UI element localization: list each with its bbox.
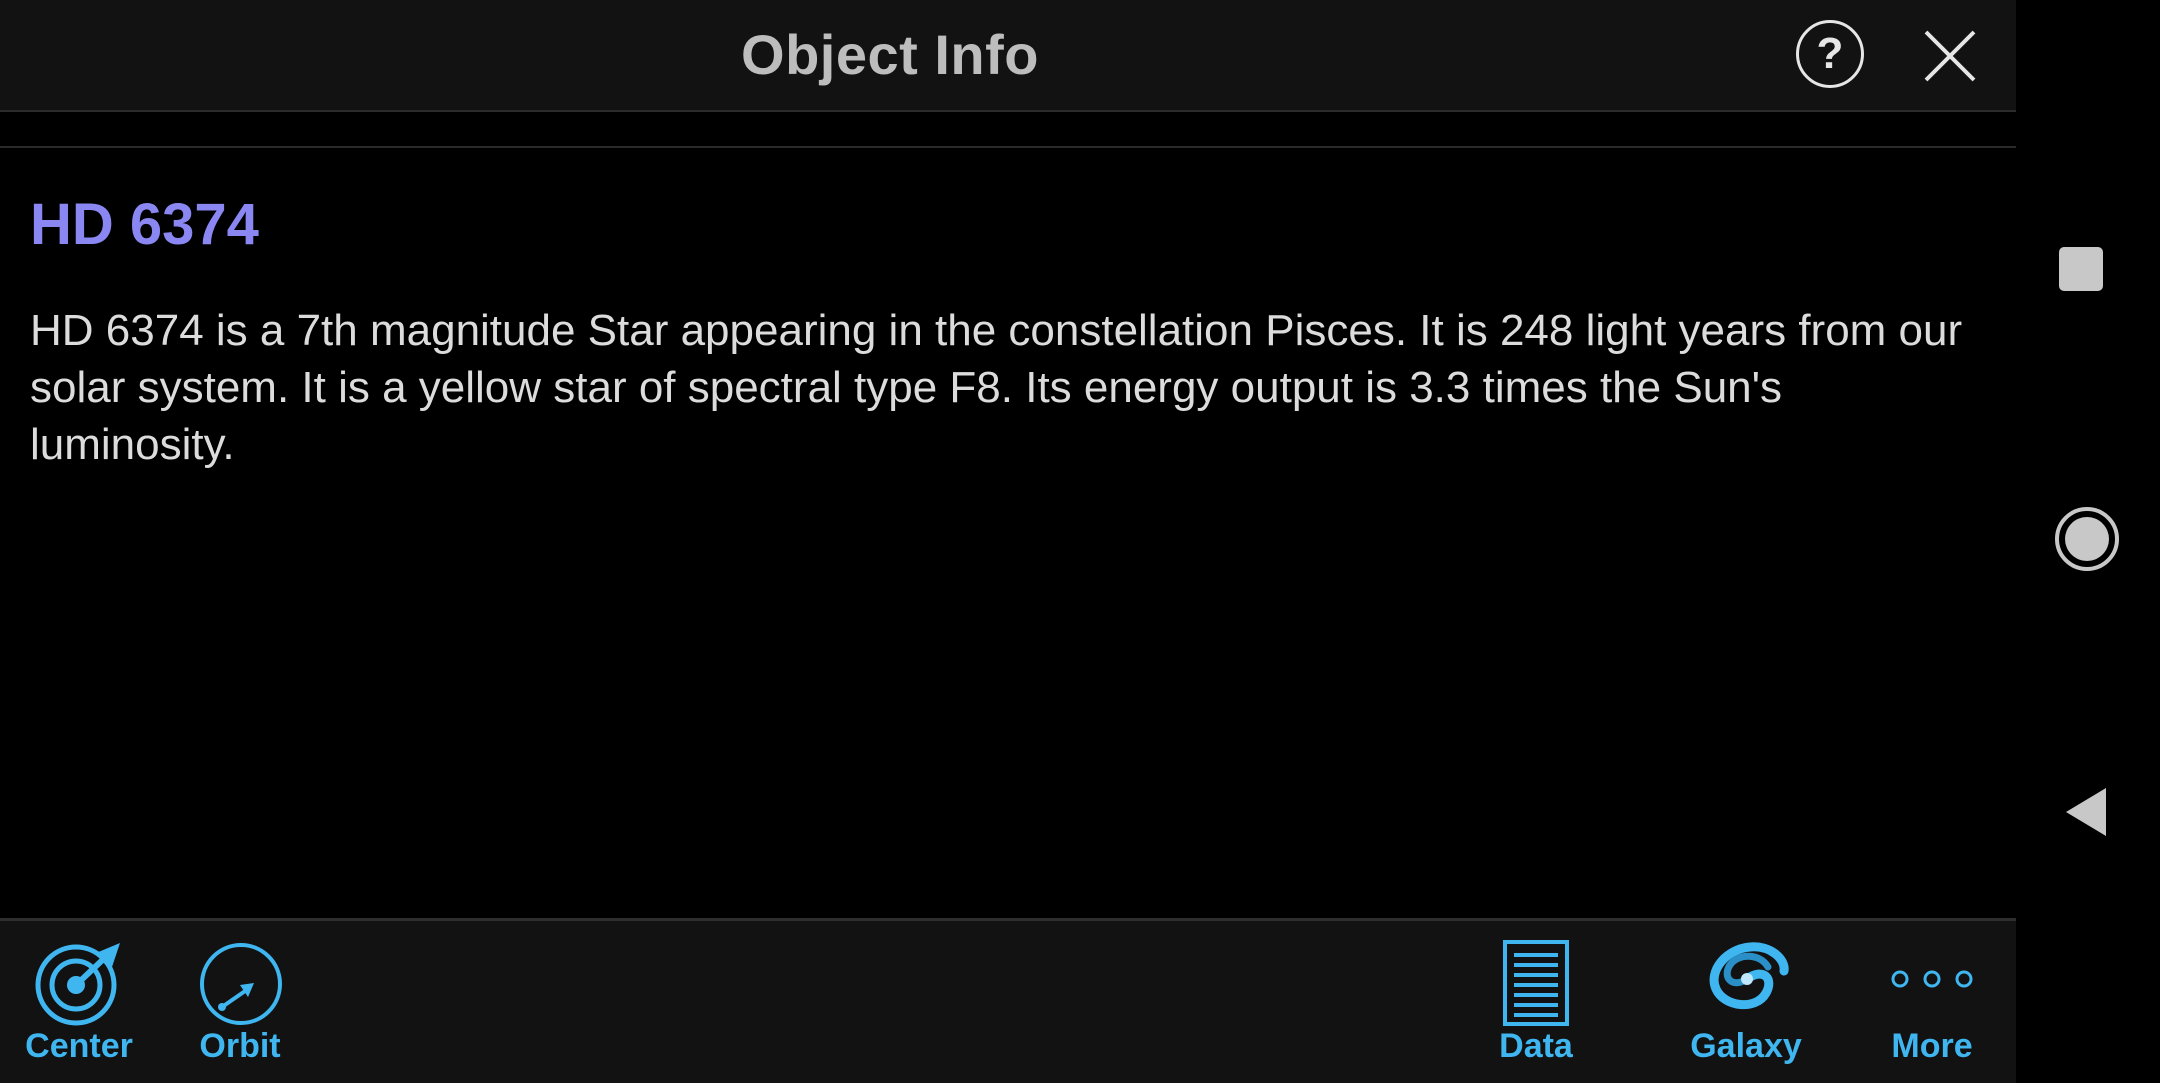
- orbit-label: Orbit: [199, 1027, 281, 1065]
- home-button[interactable]: [2054, 506, 2120, 577]
- galaxy-button[interactable]: Galaxy: [1686, 921, 1806, 1083]
- data-label: Data: [1499, 1027, 1573, 1065]
- object-info-screen: Object Info ? HD 6374 HD 6374 is a 7th m…: [0, 0, 2016, 1083]
- close-button[interactable]: [1920, 26, 1980, 86]
- bottom-toolbar: Center Orbit Data Galaxy More: [0, 918, 2016, 1083]
- close-icon: [1924, 30, 1976, 82]
- target-icon: [35, 943, 120, 1026]
- page-title: Object Info: [741, 23, 1039, 86]
- more-button[interactable]: More: [1876, 921, 1988, 1083]
- data-button[interactable]: Data: [1486, 921, 1586, 1083]
- more-label: More: [1891, 1027, 1973, 1065]
- system-navigation-bar: [2016, 0, 2160, 1080]
- divider: [0, 146, 2016, 148]
- object-info-content: HD 6374 HD 6374 is a 7th magnitude Star …: [30, 190, 1990, 473]
- center-button[interactable]: Center: [14, 921, 144, 1083]
- square-icon: [2059, 247, 2103, 291]
- galaxy-label: Galaxy: [1690, 1027, 1802, 1065]
- galaxy-icon: [1709, 942, 1789, 1010]
- object-name: HD 6374: [30, 192, 259, 257]
- object-description: HD 6374 is a 7th magnitude Star appearin…: [30, 306, 1963, 469]
- help-button[interactable]: ?: [1796, 20, 1864, 88]
- top-bar: Object Info ?: [0, 0, 2016, 112]
- orbit-icon: [200, 943, 282, 1025]
- orbit-button[interactable]: Orbit: [184, 921, 296, 1083]
- more-dots-icon: [1891, 970, 1973, 988]
- circle-icon: [2055, 507, 2119, 571]
- back-button[interactable]: [2062, 786, 2110, 843]
- recent-apps-button[interactable]: [2058, 246, 2104, 297]
- center-label: Center: [25, 1027, 133, 1065]
- back-triangle-icon: [2066, 788, 2106, 836]
- data-list-icon: [1503, 940, 1569, 1026]
